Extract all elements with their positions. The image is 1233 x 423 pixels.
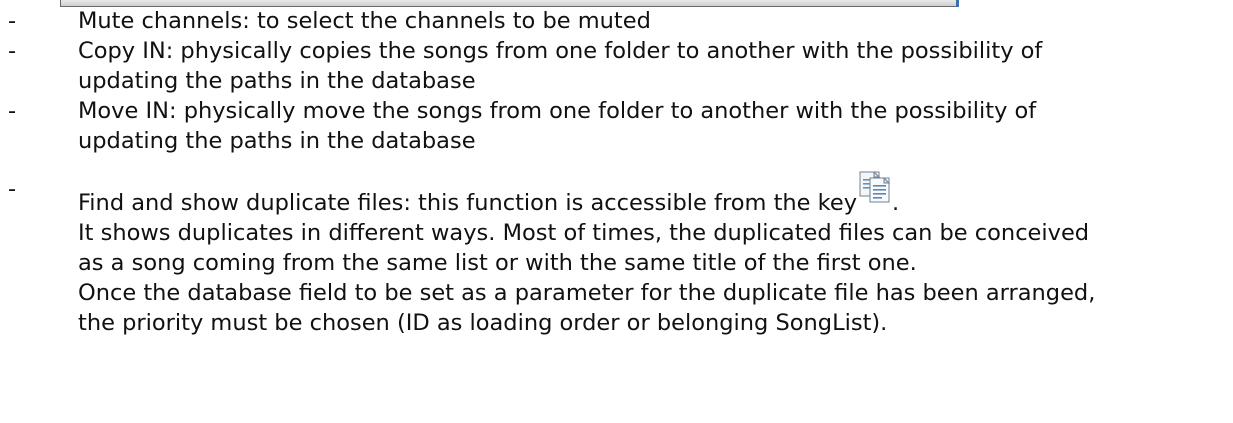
bullet-text-continued: updating the paths in the database (78, 128, 476, 154)
bullet-dash: - (8, 98, 17, 124)
bullet-find-duplicates: - Find and show duplicate files: this fu… (0, 171, 1233, 338)
bullet-dash: - (8, 8, 17, 34)
duplicates-intro-text: Find and show duplicate files: this func… (78, 190, 858, 216)
bullet-text-continued: the priority must be chosen (ID as loadi… (78, 310, 888, 336)
document-body: - Mute channels: to select the channels … (0, 6, 1233, 338)
bullet-text: Copy IN: physically copies the songs fro… (78, 38, 1043, 64)
bullet-mute-channels: - Mute channels: to select the channels … (0, 6, 1233, 36)
bullet-move-in: - Move IN: physically move the songs fro… (0, 96, 1233, 156)
bullet-dash: - (8, 176, 17, 202)
bullet-text-continued: It shows duplicates in different ways. M… (78, 220, 1090, 246)
bullet-dash: - (8, 38, 17, 64)
bullet-text-continued: updating the paths in the database (78, 68, 476, 94)
bullet-text: Move IN: physically move the songs from … (78, 98, 1037, 124)
bullet-text-continued: as a song coming from the same list or w… (78, 250, 917, 276)
bullet-text: Find and show duplicate files: this func… (78, 171, 1233, 218)
bullet-text-continued: Once the database field to be set as a p… (78, 280, 1096, 306)
duplicate-files-icon (858, 171, 892, 204)
bullet-copy-in: - Copy IN: physically copies the songs f… (0, 36, 1233, 96)
duplicates-intro-period: . (892, 190, 900, 216)
bullet-text: Mute channels: to select the channels to… (78, 8, 651, 34)
